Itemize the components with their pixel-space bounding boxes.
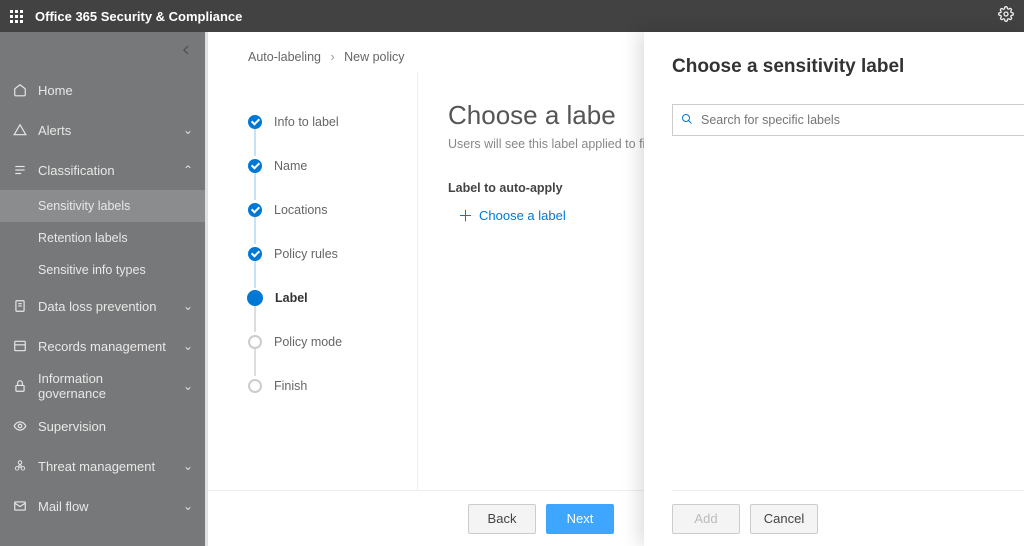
sidebar-item-records[interactable]: Records management ⌄: [0, 326, 205, 366]
sidebar-item-classification[interactable]: Classification ⌃: [0, 150, 205, 190]
alert-icon: [12, 122, 28, 138]
mail-icon: [12, 498, 28, 514]
collapse-sidebar-icon[interactable]: [181, 42, 191, 58]
breadcrumb-current: New policy: [344, 50, 404, 64]
sidebar-item-home[interactable]: Home: [0, 70, 205, 110]
records-icon: [12, 338, 28, 354]
search-icon: [681, 113, 693, 128]
sidebar: Home Alerts ⌄ Classification ⌃ Sensitivi…: [0, 32, 205, 546]
sidebar-item-label: Home: [38, 83, 193, 98]
sidebar-item-label: Records management: [38, 339, 173, 354]
plus-icon: ＋: [458, 205, 473, 226]
step-locations[interactable]: Locations: [248, 188, 397, 232]
chevron-down-icon: ⌄: [183, 339, 193, 353]
sidebar-subitem-sensitivity-labels[interactable]: Sensitivity labels: [0, 190, 205, 222]
settings-icon[interactable]: [998, 6, 1014, 27]
sidebar-item-label: Threat management: [38, 459, 173, 474]
sidebar-subitem-sensitive-info-types[interactable]: Sensitive info types: [0, 254, 205, 286]
lock-icon: [12, 378, 28, 394]
sidebar-item-label: Alerts: [38, 123, 173, 138]
step-finish: Finish: [248, 364, 397, 408]
breadcrumb-root[interactable]: Auto-labeling: [248, 50, 321, 64]
sidebar-item-alerts[interactable]: Alerts ⌄: [0, 110, 205, 150]
chevron-down-icon: ⌄: [183, 299, 193, 313]
sidebar-item-mailflow[interactable]: Mail flow ⌄: [0, 486, 205, 526]
search-box[interactable]: [672, 104, 1024, 136]
app-header: Office 365 Security & Compliance: [0, 0, 1024, 32]
chevron-down-icon: ⌄: [183, 379, 193, 393]
flyout-footer: Add Cancel: [672, 490, 1024, 546]
dlp-icon: [12, 298, 28, 314]
sidebar-item-label: Classification: [38, 163, 173, 178]
sidebar-item-info-governance[interactable]: Information governance ⌄: [0, 366, 205, 406]
next-button[interactable]: Next: [546, 504, 614, 534]
sidebar-item-label: Data loss prevention: [38, 299, 173, 314]
back-button[interactable]: Back: [468, 504, 536, 534]
home-icon: [12, 82, 28, 98]
choose-label-flyout: Choose a sensitivity label Add Cancel: [644, 32, 1024, 546]
chevron-down-icon: ⌄: [183, 123, 193, 137]
sidebar-item-threat[interactable]: Threat management ⌄: [0, 446, 205, 486]
app-title: Office 365 Security & Compliance: [35, 9, 242, 24]
sidebar-item-label: Mail flow: [38, 499, 173, 514]
sidebar-item-label: Supervision: [38, 419, 193, 434]
step-name[interactable]: Name: [248, 144, 397, 188]
sidebar-subitem-retention-labels[interactable]: Retention labels: [0, 222, 205, 254]
sidebar-subitems-classification: Sensitivity labels Retention labels Sens…: [0, 190, 205, 286]
app-launcher-icon[interactable]: [10, 10, 23, 23]
chevron-down-icon: ⌄: [183, 499, 193, 513]
step-info-to-label[interactable]: Info to label: [248, 100, 397, 144]
step-policy-mode: Policy mode: [248, 320, 397, 364]
sidebar-item-dlp[interactable]: Data loss prevention ⌄: [0, 286, 205, 326]
flyout-title: Choose a sensitivity label: [672, 56, 1024, 78]
chevron-up-icon: ⌃: [183, 163, 193, 177]
wizard-stepper: Info to label Name Locations Policy rule…: [208, 72, 418, 490]
breadcrumb-separator: ›: [330, 50, 334, 64]
add-button[interactable]: Add: [672, 504, 740, 534]
biohazard-icon: [12, 458, 28, 474]
search-input[interactable]: [701, 113, 1016, 127]
sidebar-item-supervision[interactable]: Supervision: [0, 406, 205, 446]
eye-icon: [12, 418, 28, 434]
chevron-down-icon: ⌄: [183, 459, 193, 473]
step-policy-rules[interactable]: Policy rules: [248, 232, 397, 276]
classification-icon: [12, 162, 28, 178]
step-label[interactable]: Label: [248, 276, 397, 320]
sidebar-item-label: Information governance: [38, 371, 173, 401]
cancel-button[interactable]: Cancel: [750, 504, 818, 534]
